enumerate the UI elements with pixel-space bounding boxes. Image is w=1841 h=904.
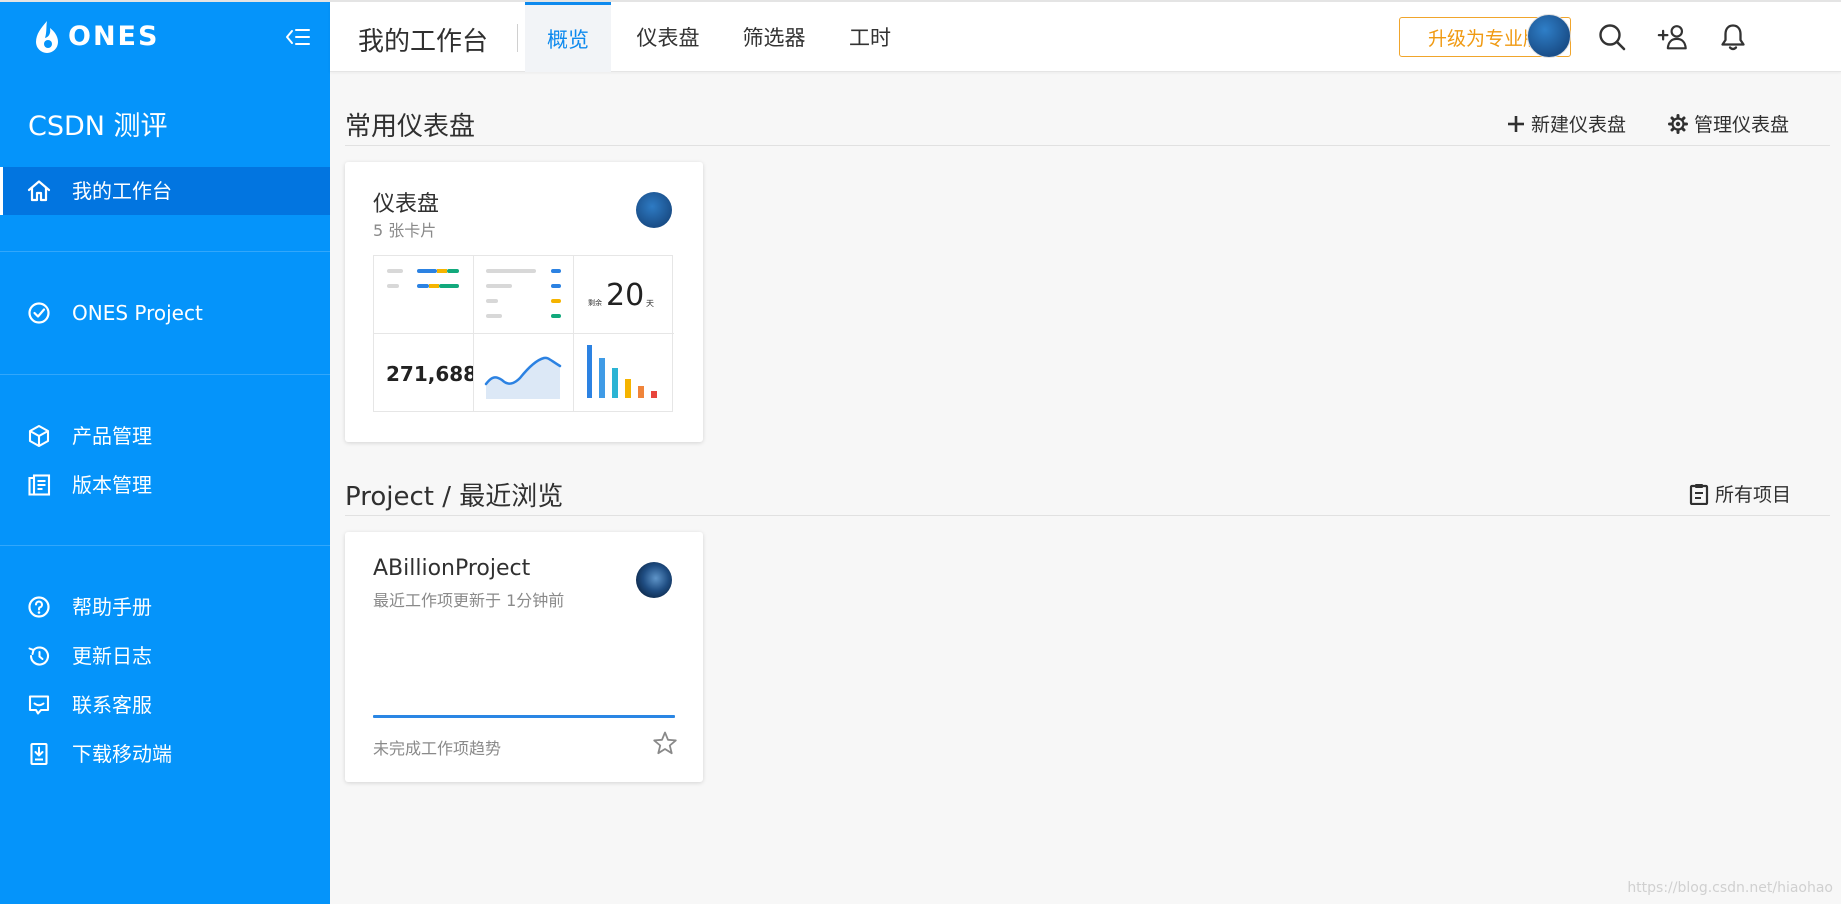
notifications-button[interactable] (1717, 21, 1749, 53)
preview-remaining-days: 剩余 20 天 (574, 256, 674, 334)
trend-chart-line (373, 715, 675, 718)
projects-section-title: Project / 最近浏览 (345, 482, 564, 512)
project-card-title: ABillionProject (373, 556, 531, 581)
sidebar-item-contact-support[interactable]: 联系客服 (0, 681, 330, 729)
tab-overview[interactable]: 概览 (525, 2, 611, 72)
version-icon (26, 473, 52, 497)
preview-line-chart (474, 334, 574, 412)
sidebar-item-label: 下载移动端 (72, 742, 172, 766)
top-header: 我的工作台 概览 仪表盘 筛选器 工时 升级为专业版 (330, 2, 1841, 72)
download-icon (26, 742, 52, 766)
sidebar-divider (0, 374, 330, 375)
manage-dashboard-label: 管理仪表盘 (1694, 114, 1790, 136)
add-user-icon (1657, 25, 1687, 50)
logo-text: ONES (68, 21, 160, 52)
title-divider (517, 24, 518, 52)
team-name[interactable]: CSDN 测评 (28, 104, 168, 143)
tab-dashboard[interactable]: 仪表盘 (619, 2, 717, 72)
trend-chart-label: 未完成工作项趋势 (373, 739, 502, 758)
window-top-border (0, 0, 1841, 2)
search-icon (1599, 24, 1626, 51)
all-projects-button[interactable]: 所有项目 (1689, 480, 1791, 507)
sidebar-item-download-mobile[interactable]: 下载移动端 (0, 730, 330, 778)
sidebar-item-help[interactable]: 帮助手册 (0, 583, 330, 631)
logo-row: ONES (0, 0, 330, 74)
sidebar-item-label: 更新日志 (72, 644, 152, 668)
preview-status-list (474, 256, 574, 334)
watermark: https://blog.csdn.net/hiaohao (1627, 880, 1833, 896)
dashboards-section-title: 常用仪表盘 (345, 112, 476, 142)
sidebar-item-workbench[interactable]: 我的工作台 (0, 167, 330, 215)
invite-member-button[interactable] (1657, 21, 1689, 53)
tab-label: 概览 (547, 27, 589, 52)
remaining-label: 剩余 (588, 299, 602, 307)
sidebar-item-product-management[interactable]: 产品管理 (0, 412, 330, 460)
tab-label: 工时 (849, 26, 891, 50)
sidebar-item-ones-project[interactable]: ONES Project (0, 289, 330, 337)
all-projects-label: 所有项目 (1715, 484, 1792, 506)
preview-number-value: 271,688 (386, 362, 474, 386)
preview-bar-list (374, 256, 474, 334)
search-button[interactable] (1596, 21, 1628, 53)
tab-filter[interactable]: 筛选器 (725, 2, 823, 72)
ones-logo-icon (36, 21, 58, 53)
preview-number: 271,688 (374, 334, 474, 412)
sidebar-item-label: ONES Project (72, 301, 203, 325)
help-icon (26, 595, 52, 619)
new-dashboard-button[interactable]: 新建仪表盘 (1507, 110, 1626, 137)
history-icon (26, 644, 52, 668)
sidebar-divider (0, 251, 330, 252)
remaining-days-unit: 天 (646, 299, 654, 308)
collapse-icon (286, 29, 310, 45)
user-avatar[interactable] (1527, 14, 1571, 58)
project-avatar (636, 562, 672, 598)
message-icon (26, 693, 52, 717)
dashboard-preview-grid: 剩余 20 天 271,688 (373, 255, 674, 412)
project-card-subtitle: 最近工作项更新于 1分钟前 (373, 591, 565, 610)
bell-icon (1721, 24, 1745, 51)
sidebar-collapse-button[interactable] (284, 24, 312, 50)
sidebar-divider (0, 545, 330, 546)
tab-worktime[interactable]: 工时 (831, 2, 909, 72)
favorite-button[interactable] (652, 730, 678, 756)
sidebar-item-label: 产品管理 (72, 424, 152, 448)
page-title: 我的工作台 (358, 27, 489, 57)
home-icon (26, 179, 52, 203)
gear-icon (1668, 113, 1688, 134)
clipboard-icon (1689, 483, 1709, 505)
remaining-days-value: 20 (606, 278, 645, 313)
check-circle-icon (26, 301, 52, 325)
star-icon (653, 731, 677, 755)
dashboard-card[interactable]: 仪表盘 5 张卡片 剩余 20 天 271,688 (345, 162, 703, 442)
sidebar-item-label: 版本管理 (72, 473, 152, 497)
tab-label: 筛选器 (742, 26, 806, 50)
manage-dashboard-button[interactable]: 管理仪表盘 (1668, 110, 1789, 137)
dashboard-card-subtitle: 5 张卡片 (373, 221, 437, 240)
cube-icon (26, 424, 52, 448)
preview-bar-chart (574, 334, 674, 412)
dashboard-owner-avatar (636, 192, 672, 228)
new-dashboard-label: 新建仪表盘 (1531, 114, 1627, 136)
dashboards-section-header: 常用仪表盘 新建仪表盘 管理仪表盘 (345, 94, 1830, 146)
sidebar-item-changelog[interactable]: 更新日志 (0, 632, 330, 680)
tab-label: 仪表盘 (636, 26, 700, 50)
sidebar-item-label: 我的工作台 (72, 179, 172, 203)
sidebar-item-label: 联系客服 (72, 693, 152, 717)
sidebar-item-version-management[interactable]: 版本管理 (0, 461, 330, 509)
dashboard-card-title: 仪表盘 (373, 192, 440, 217)
plus-icon (1508, 115, 1524, 132)
project-card[interactable]: ABillionProject 最近工作项更新于 1分钟前 未完成工作项趋势 (345, 532, 703, 782)
projects-section-header: Project / 最近浏览 所有项目 (345, 464, 1830, 516)
sidebar-item-label: 帮助手册 (72, 595, 152, 619)
sidebar: ONES CSDN 测评 我的工作台 ONES Project 产品管理 版本管… (0, 0, 330, 904)
